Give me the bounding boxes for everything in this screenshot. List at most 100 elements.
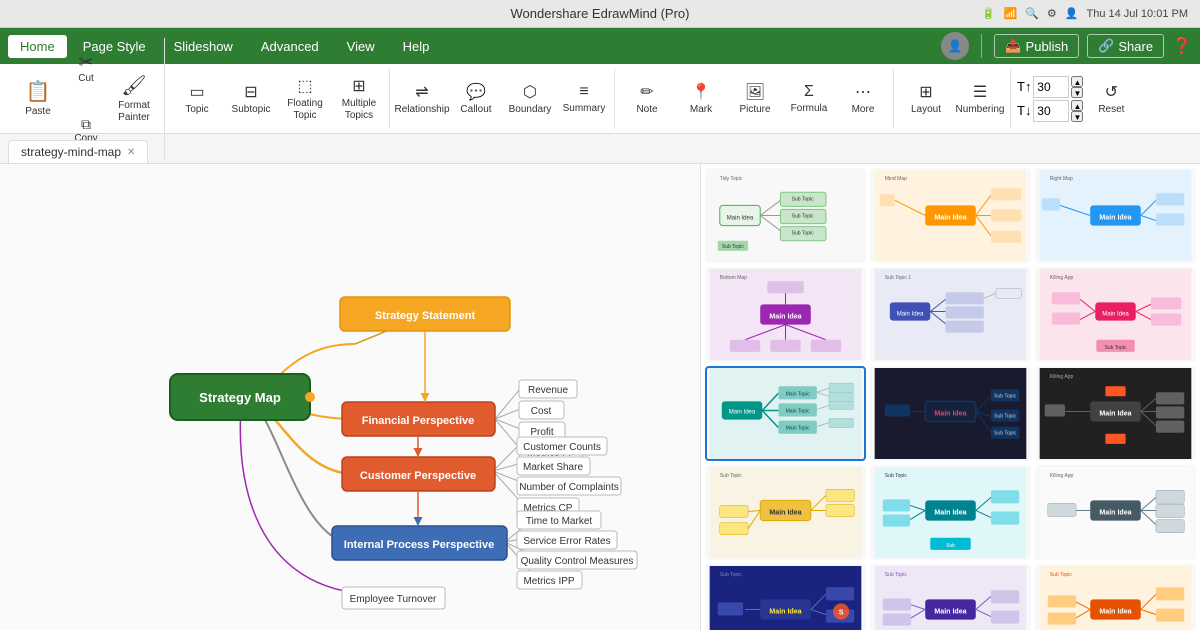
menu-right-actions: 👤 📤 Publish 🔗 Share ❓ — [941, 32, 1192, 60]
complaints-label: Number of Complaints — [519, 482, 618, 493]
subtopic-button[interactable]: ⊟ Subtopic — [225, 69, 277, 129]
template-card-15[interactable]: Main Idea Sub Topic — [1035, 564, 1196, 630]
search-icon: 🔍 — [1025, 7, 1039, 20]
svg-text:Sub Topic: Sub Topic — [720, 572, 743, 578]
mark-button[interactable]: 📍 Mark — [675, 69, 727, 129]
callout-button[interactable]: 💬 Callout — [450, 69, 502, 129]
template-card-2[interactable]: Main Idea Mind Map — [870, 168, 1031, 263]
zoom-up[interactable]: ▲ — [1071, 100, 1083, 111]
template-card-9[interactable]: Main Idea Killing App — [1035, 366, 1196, 461]
help-icon[interactable]: ❓ — [1172, 36, 1192, 56]
topic-button[interactable]: ▭ Topic — [171, 69, 223, 129]
svg-text:Main Idea: Main Idea — [769, 510, 801, 517]
tab-label: strategy-mind-map — [21, 145, 121, 159]
canvas-area[interactable]: Strategy Map Strategy Statement Financia… — [0, 164, 700, 630]
template-card-4[interactable]: Main Idea Bottom Map — [705, 267, 866, 362]
template-card-1[interactable]: Main Idea Sub Topic Sub Topic Sub Topic … — [705, 168, 866, 263]
relationship-icon: ⇌ — [415, 82, 428, 102]
svg-text:Main Idea: Main Idea — [1099, 510, 1131, 517]
svg-text:Sub Topic 1: Sub Topic 1 — [885, 275, 911, 281]
strategy-statement-label: Strategy Statement — [375, 310, 476, 322]
multiple-topics-button[interactable]: ⊞ Multiple Topics — [333, 69, 385, 129]
customer-label: Customer Perspective — [360, 470, 476, 482]
font-size-up[interactable]: ▲ — [1071, 76, 1083, 87]
note-button[interactable]: ✏ Note — [621, 69, 673, 129]
svg-text:Bottom Map: Bottom Map — [720, 275, 747, 281]
template-card-7[interactable]: Main Idea Main Topic Main Topic Main Top… — [705, 366, 866, 461]
svg-text:Main Idea: Main Idea — [769, 314, 801, 321]
tab-bar: strategy-mind-map ✕ — [0, 134, 1200, 164]
svg-text:Main Idea: Main Idea — [769, 609, 801, 616]
font-size-down[interactable]: ▼ — [1071, 87, 1083, 98]
format-painter-icon: 🖌 — [121, 73, 146, 98]
zoom-input[interactable] — [1033, 100, 1069, 122]
more-icon: ⋯ — [855, 82, 871, 102]
layout-button[interactable]: ⊞ Layout — [900, 69, 952, 129]
customer-counts-label: Customer Counts — [523, 442, 601, 453]
wifi-icon: 📶 — [1004, 7, 1018, 20]
svg-text:Sub Topic: Sub Topic — [792, 231, 815, 237]
menu-view[interactable]: View — [335, 35, 387, 58]
user-avatar[interactable]: 👤 — [941, 32, 969, 60]
font-size-icon: T↑ — [1017, 79, 1031, 94]
template-card-8[interactable]: Main Idea Sub Topic Sub Topic Sub Topic — [870, 366, 1031, 461]
layout-icon: ⊞ — [919, 82, 932, 102]
font-size-input[interactable] — [1033, 76, 1069, 98]
picture-button[interactable]: 🖼 Picture — [729, 69, 781, 129]
template-card-6[interactable]: Main Idea Killing App Sub Topic — [1035, 267, 1196, 362]
summary-button[interactable]: ≡ Summary — [558, 69, 610, 129]
floating-topic-button[interactable]: ⬚ Floating Topic — [279, 69, 331, 129]
employee-turnover-label: Employee Turnover — [350, 594, 437, 605]
svg-text:Sub Topic: Sub Topic — [885, 572, 908, 578]
svg-text:Main Topic: Main Topic — [786, 391, 811, 397]
share-button[interactable]: 🔗 Share — [1087, 34, 1164, 58]
more-button[interactable]: ⋯ More — [837, 69, 889, 129]
template-card-13[interactable]: Main Idea Sub Topic S — [705, 564, 866, 630]
subtopic-icon: ⊟ — [244, 82, 257, 102]
paste-icon: 📋 — [26, 79, 51, 104]
title-bar: Wondershare EdrawMind (Pro) 🔋 📶 🔍 ⚙ 👤 Th… — [0, 0, 1200, 28]
metrics-ipp-label: Metrics IPP — [523, 576, 574, 587]
menu-slideshow[interactable]: Slideshow — [162, 35, 245, 58]
control-icon: ⚙ — [1047, 7, 1057, 20]
svg-text:Sub Topic: Sub Topic — [792, 196, 815, 202]
publish-button[interactable]: 📤 Publish — [994, 34, 1079, 58]
svg-text:Main Idea: Main Idea — [934, 411, 966, 418]
svg-text:Main Idea: Main Idea — [1099, 411, 1131, 418]
template-card-12[interactable]: Main Idea Killing App — [1035, 465, 1196, 560]
battery-icon: 🔋 — [982, 7, 996, 20]
svg-text:Mind Map: Mind Map — [885, 176, 907, 182]
template-card-5[interactable]: Main Idea Sub Topic 1 — [870, 267, 1031, 362]
share-icon: 🔗 — [1098, 38, 1114, 54]
svg-text:Main Topic: Main Topic — [786, 426, 811, 432]
paste-button[interactable]: 📋 Paste — [12, 69, 64, 129]
boundary-button[interactable]: ⬡ Boundary — [504, 69, 556, 129]
svg-text:Main Idea: Main Idea — [1099, 215, 1131, 222]
menu-help[interactable]: Help — [391, 35, 442, 58]
svg-text:Right Map: Right Map — [1050, 176, 1073, 182]
format-painter-button[interactable]: 🖌 Format Painter — [108, 69, 160, 129]
numbering-button[interactable]: ☰ Numbering — [954, 69, 1006, 129]
svg-text:Main Idea: Main Idea — [934, 510, 966, 517]
template-card-11[interactable]: Main Idea Sub Topic Sub — [870, 465, 1031, 560]
root-label: Strategy Map — [199, 390, 281, 405]
menu-advanced[interactable]: Advanced — [249, 35, 331, 58]
svg-text:Killing App: Killing App — [1050, 275, 1074, 281]
template-card-10[interactable]: Main Idea Sub Topic — [705, 465, 866, 560]
svg-text:Sub Topic: Sub Topic — [885, 473, 908, 479]
formula-button[interactable]: Σ Formula — [783, 69, 835, 129]
zoom-down[interactable]: ▼ — [1071, 111, 1083, 122]
svg-text:Main Idea: Main Idea — [1099, 609, 1131, 616]
reset-button[interactable]: ↺ Reset — [1085, 69, 1137, 129]
tab-close-icon[interactable]: ✕ — [127, 147, 135, 158]
svg-text:S: S — [839, 610, 844, 617]
relationship-button[interactable]: ⇌ Relationship — [396, 69, 448, 129]
multiple-topics-icon: ⊞ — [352, 76, 365, 96]
cut-button[interactable]: ✂ Cut — [66, 38, 106, 98]
tab-strategy-mind-map[interactable]: strategy-mind-map ✕ — [8, 140, 148, 163]
profit-label: Profit — [530, 427, 554, 438]
market-share-label: Market Share — [523, 462, 583, 473]
template-card-14[interactable]: Main Idea Sub Topic — [870, 564, 1031, 630]
template-card-3[interactable]: Main Idea Right Map — [1035, 168, 1196, 263]
formula-icon: Σ — [804, 83, 814, 101]
